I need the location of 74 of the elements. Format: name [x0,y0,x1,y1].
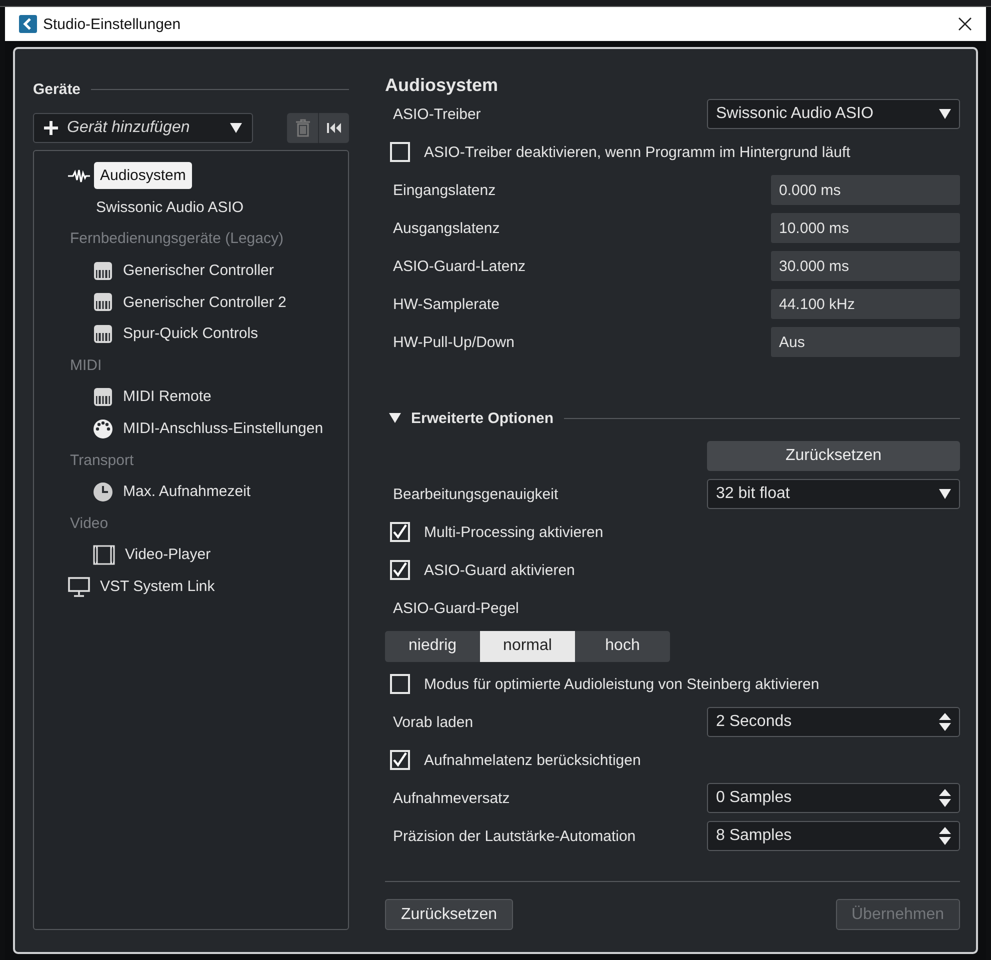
setting-label: ASIO-Guard-Latenz [392,258,526,274]
value-display: 30.000 ms [771,251,960,281]
checkbox-label: ASIO-Treiber deaktivieren, wenn Programm im Hintergrund läuft [424,144,850,160]
category-label: Video [70,514,108,532]
add-device-dropdown[interactable]: Gerät hinzufügen [33,113,253,143]
setting-label: ASIO-Treiber [392,106,481,122]
value-display: Aus [771,327,960,357]
setting-label: Präzision der Lautstärke-Automation [392,828,636,844]
close-icon[interactable] [958,17,972,31]
expand-caret-icon[interactable] [389,413,401,423]
device-tree-item[interactable]: Audiosystem [94,162,192,190]
setting-label: Vorab laden [392,714,474,730]
level-option[interactable]: normal [480,630,575,662]
value-display: 44.100 kHz [771,289,960,319]
film-icon [93,544,115,565]
setting-label: Eingangslatenz [392,182,496,198]
device-tree-item[interactable]: Max. Aufnahmezeit [117,478,257,506]
setting-label: Aufnahmeversatz [392,790,510,806]
keyboard-icon [93,386,113,407]
setting-label: ASIO-Guard-Pegel [392,600,519,616]
value-display: 10.000 ms [771,213,960,243]
setting-label: HW-Pull-Up/Down [392,334,514,350]
section-title: Audiosystem [385,75,500,95]
caret-icon [939,109,951,119]
stepper-arrows-icon [939,827,951,845]
clock-icon [93,482,113,502]
monitor-icon [68,576,90,597]
skip-back-icon [327,123,341,133]
keyboard-icon [93,292,113,312]
spin-box[interactable]: 2 Seconds [707,707,960,737]
value-display: 0.000 ms [771,175,960,205]
spin-box[interactable]: 0 Samples [707,783,960,813]
device-tree-item[interactable]: MIDI Remote [117,383,218,410]
device-tree-item[interactable]: Video-Player [119,541,217,568]
checkbox[interactable] [390,560,410,580]
window-title: Studio-Einstellungen [43,16,182,32]
plus-icon [44,121,58,135]
device-tree-item[interactable]: Generischer Controller 2 [117,288,292,316]
setting-label: Bearbeitungsgenauigkeit [392,486,558,502]
spin-box[interactable]: 8 Samples [707,821,960,851]
category-label: Transport [70,452,134,469]
section-title: Geräte [33,80,81,98]
checkbox-label: Modus für optimierte Audioleistung von Steinberg aktivieren [424,676,820,692]
category-label: Fernbedienungsgeräte (Legacy) [70,230,284,248]
caret-icon [230,123,242,133]
checkbox[interactable] [390,750,410,770]
stepper-arrows-icon [939,789,951,807]
checkbox-label: Multi-Processing aktivieren [424,524,604,540]
device-tree-item[interactable]: Swissonic Audio ASIO [90,194,250,221]
checkbox-label: Aufnahmelatenz berücksichtigen [424,752,641,768]
device-tree-item[interactable]: MIDI-Anschluss-Einstellungen [117,415,330,442]
stepper-arrows-icon [939,713,951,731]
checkbox-label: ASIO-Guard aktivieren [424,562,575,578]
midi-port-icon [93,418,113,439]
dropdown[interactable]: 32 bit float [707,479,960,509]
keyboard-icon [93,260,113,281]
reset-button[interactable]: Zurücksetzen [385,899,514,930]
checkbox[interactable] [390,674,410,694]
app-logo-icon [19,15,37,33]
keyboard-icon [93,324,113,344]
checkbox[interactable] [390,522,410,542]
dropdown[interactable]: Swissonic Audio ASIO [707,99,960,129]
device-tree-item[interactable]: Generischer Controller [117,257,280,284]
reset-button[interactable]: Zurücksetzen [707,441,960,471]
setting-label: HW-Samplerate [392,296,500,312]
device-tree-item[interactable]: Spur-Quick Controls [117,320,264,348]
category-label: MIDI [70,356,102,374]
waveform-icon [68,168,90,183]
setting-label: Ausgangslatenz [392,220,500,236]
checkbox[interactable] [390,142,410,162]
section-title[interactable]: Erweiterte Optionen [411,410,554,426]
trash-icon [294,119,310,137]
caret-icon [939,489,951,499]
device-tree-item[interactable]: VST System Link [94,573,221,600]
